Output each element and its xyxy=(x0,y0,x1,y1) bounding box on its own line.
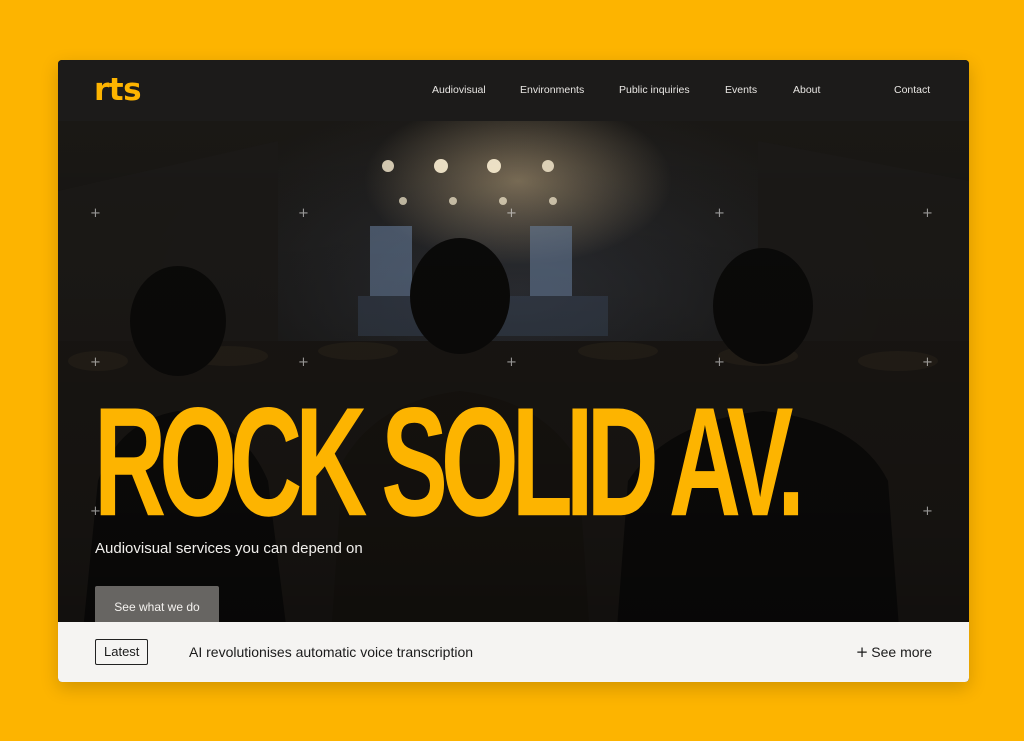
latest-badge: Latest xyxy=(95,639,149,665)
rts-logo[interactable]: rts xyxy=(94,72,142,108)
nav-item-contact[interactable]: Contact xyxy=(894,83,930,97)
plus-marker-icon: + xyxy=(922,504,933,519)
plus-marker-icon: + xyxy=(714,355,725,370)
hero-section: + + + + + + + + + + + + + + + + + ROCK S… xyxy=(58,121,969,680)
nav-item-about[interactable]: About xyxy=(793,83,820,97)
plus-marker-icon: + xyxy=(506,355,517,370)
latest-news-bar: Latest AI revolutionises automatic voice… xyxy=(58,622,969,682)
nav-item-environments[interactable]: Environments xyxy=(520,83,584,97)
nav-item-public-inquiries[interactable]: Public inquiries xyxy=(619,83,690,97)
see-more-link[interactable]: + See more xyxy=(856,644,932,660)
hero-headline: ROCK SOLID AV. xyxy=(94,375,805,550)
latest-news-headline[interactable]: AI revolutionises automatic voice transc… xyxy=(189,644,473,660)
see-what-we-do-button[interactable]: See what we do xyxy=(95,586,219,626)
plus-marker-icon: + xyxy=(922,206,933,221)
nav-item-audiovisual[interactable]: Audiovisual xyxy=(432,83,486,97)
site-header: rts Audiovisual Environments Public inqu… xyxy=(58,60,969,121)
browser-window: rts Audiovisual Environments Public inqu… xyxy=(58,60,969,682)
plus-marker-icon: + xyxy=(298,206,309,221)
see-more-label: See more xyxy=(871,644,932,660)
plus-marker-icon: + xyxy=(90,355,101,370)
plus-marker-icon: + xyxy=(298,355,309,370)
hero-subtitle: Audiovisual services you can depend on xyxy=(95,540,363,557)
nav-item-events[interactable]: Events xyxy=(725,83,757,97)
plus-marker-icon: + xyxy=(714,206,725,221)
plus-marker-icon: + xyxy=(922,355,933,370)
plus-icon: + xyxy=(855,643,869,661)
plus-marker-icon: + xyxy=(506,206,517,221)
plus-marker-icon: + xyxy=(90,206,101,221)
